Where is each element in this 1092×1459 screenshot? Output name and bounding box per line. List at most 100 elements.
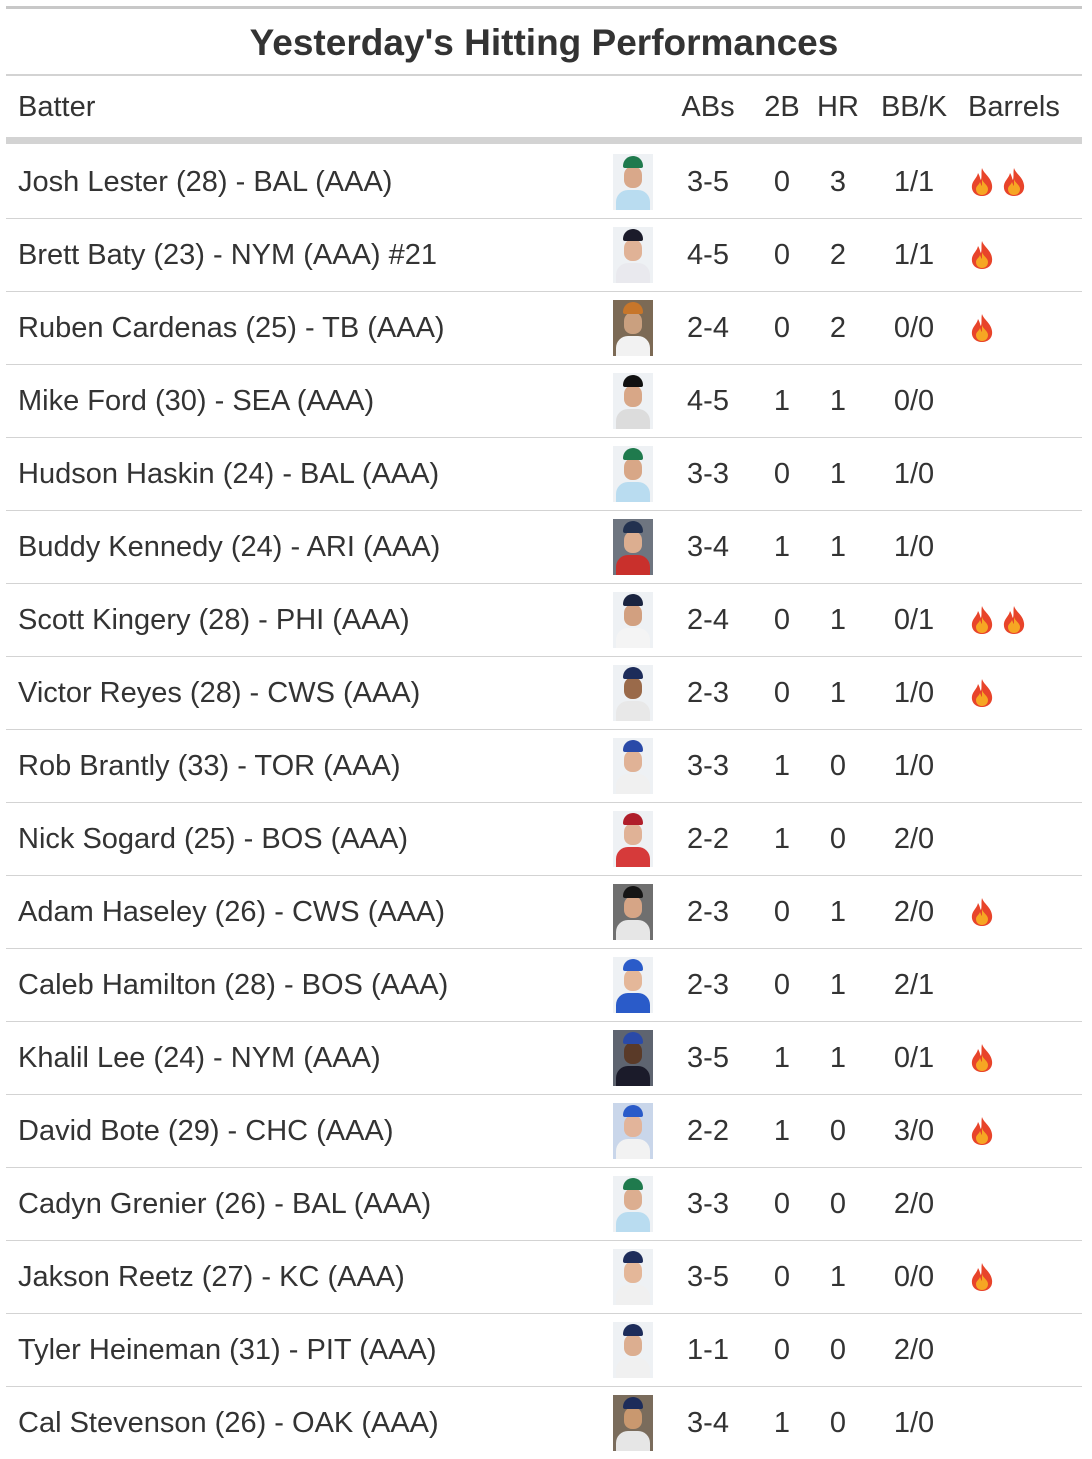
at-bats-value: 2-4	[687, 603, 729, 636]
header-divider	[6, 137, 1082, 144]
headshot-face	[624, 385, 642, 407]
headshot-jersey	[616, 1358, 650, 1378]
table-row: Nick Sogard (25) - BOS (AAA) 2-2 1 0 2/0	[6, 803, 1082, 876]
doubles-value: 0	[773, 895, 791, 928]
walks-strikeouts-value: 0/0	[893, 311, 935, 344]
batter-name: Buddy Kennedy (24) - ARI (AAA)	[18, 530, 441, 563]
home-runs-value: 1	[829, 1041, 847, 1074]
batter-name: Mike Ford (30) - SEA (AAA)	[18, 384, 375, 417]
headshot-jersey	[616, 774, 650, 794]
doubles-value: 0	[773, 165, 791, 198]
headshot-cap	[623, 229, 643, 241]
batter-name: Adam Haseley (26) - CWS (AAA)	[18, 895, 446, 928]
headshot-face	[624, 312, 642, 334]
headshot-cell	[610, 657, 656, 729]
at-bats-value: 2-4	[687, 311, 729, 344]
at-bats-value: 4-5	[687, 384, 729, 417]
home-runs-value: 1	[829, 457, 847, 490]
home-runs-value: 1	[829, 895, 847, 928]
player-headshot-image	[613, 592, 653, 648]
player-headshot-image	[613, 1176, 653, 1232]
headshot-jersey	[616, 263, 650, 283]
player-headshot-image	[613, 373, 653, 429]
home-runs-value: 1	[829, 530, 847, 563]
doubles-value: 1	[773, 1041, 791, 1074]
walks-strikeouts-value: 1/1	[893, 165, 935, 198]
table-row: Brett Baty (23) - NYM (AAA) #21 4-5 0 2 1/1	[6, 219, 1082, 292]
at-bats-value: 2-3	[687, 895, 729, 928]
headshot-cell	[610, 146, 656, 218]
top-rule	[6, 6, 1082, 9]
headshot-cap	[623, 1251, 643, 1263]
walks-strikeouts-value: 2/0	[893, 895, 935, 928]
barrels-cell	[966, 1241, 1080, 1313]
at-bats-value: 3-3	[687, 749, 729, 782]
headshot-cell	[610, 219, 656, 291]
home-runs-value: 0	[829, 822, 847, 855]
at-bats-value: 2-3	[687, 968, 729, 1001]
table-row: Khalil Lee (24) - NYM (AAA) 3-5 1 1 0/1	[6, 1022, 1082, 1095]
fire-icon	[968, 313, 996, 343]
fire-icon	[968, 1262, 996, 1292]
headshot-cell	[610, 803, 656, 875]
headshot-jersey	[616, 1285, 650, 1305]
headshot-face	[624, 1042, 642, 1064]
home-runs-value: 0	[829, 749, 847, 782]
doubles-value: 0	[773, 676, 791, 709]
table-row: Adam Haseley (26) - CWS (AAA) 2-3 0 1 2/0	[6, 876, 1082, 949]
column-header-doubles: 2B	[764, 90, 800, 123]
headshot-face	[624, 1261, 642, 1283]
headshot-cap	[623, 302, 643, 314]
walks-strikeouts-value: 2/0	[893, 1187, 935, 1220]
barrels-flames	[968, 678, 996, 708]
headshot-cap	[623, 813, 643, 825]
barrels-cell	[966, 1095, 1080, 1167]
walks-strikeouts-value: 0/0	[893, 384, 935, 417]
walks-strikeouts-value: 1/0	[893, 457, 935, 490]
headshot-cap	[623, 959, 643, 971]
headshot-face	[624, 677, 642, 699]
at-bats-value: 2-3	[687, 676, 729, 709]
batter-name: Khalil Lee (24) - NYM (AAA)	[18, 1041, 381, 1074]
batter-name: Cadyn Grenier (26) - BAL (AAA)	[18, 1187, 432, 1220]
headshot-cell	[610, 584, 656, 656]
headshot-cap	[623, 375, 643, 387]
fire-icon	[968, 240, 996, 270]
headshot-cap	[623, 156, 643, 168]
at-bats-value: 2-2	[687, 822, 729, 855]
barrels-cell	[966, 1387, 1080, 1459]
fire-icon	[1000, 167, 1028, 197]
table-row: Victor Reyes (28) - CWS (AAA) 2-3 0 1 1/0	[6, 657, 1082, 730]
walks-strikeouts-value: 2/0	[893, 822, 935, 855]
barrels-cell	[966, 657, 1080, 729]
walks-strikeouts-value: 1/0	[893, 749, 935, 782]
walks-strikeouts-value: 1/0	[893, 1406, 935, 1439]
table-row: Mike Ford (30) - SEA (AAA) 4-5 1 1 0/0	[6, 365, 1082, 438]
doubles-value: 0	[773, 1333, 791, 1366]
doubles-value: 1	[773, 749, 791, 782]
at-bats-value: 2-2	[687, 1114, 729, 1147]
home-runs-value: 3	[829, 165, 847, 198]
home-runs-value: 1	[829, 384, 847, 417]
headshot-jersey	[616, 847, 650, 867]
walks-strikeouts-value: 0/1	[893, 603, 935, 636]
fire-icon	[1000, 605, 1028, 635]
doubles-value: 0	[773, 1260, 791, 1293]
table-row: Josh Lester (28) - BAL (AAA) 3-5 0 3 1/1	[6, 146, 1082, 219]
barrels-cell	[966, 803, 1080, 875]
headshot-face	[624, 823, 642, 845]
headshot-cap	[623, 1397, 643, 1409]
column-header-batter: Batter	[18, 90, 96, 123]
barrels-flames	[968, 313, 996, 343]
doubles-value: 0	[773, 1187, 791, 1220]
home-runs-value: 1	[829, 676, 847, 709]
headshot-cell	[610, 1387, 656, 1459]
headshot-face	[624, 604, 642, 626]
barrels-cell	[966, 730, 1080, 802]
barrels-cell	[966, 1314, 1080, 1386]
table-row: Ruben Cardenas (25) - TB (AAA) 2-4 0 2 0/0	[6, 292, 1082, 365]
headshot-face	[624, 1188, 642, 1210]
barrels-cell	[966, 219, 1080, 291]
headshot-jersey	[616, 482, 650, 502]
headshot-cap	[623, 1324, 643, 1336]
